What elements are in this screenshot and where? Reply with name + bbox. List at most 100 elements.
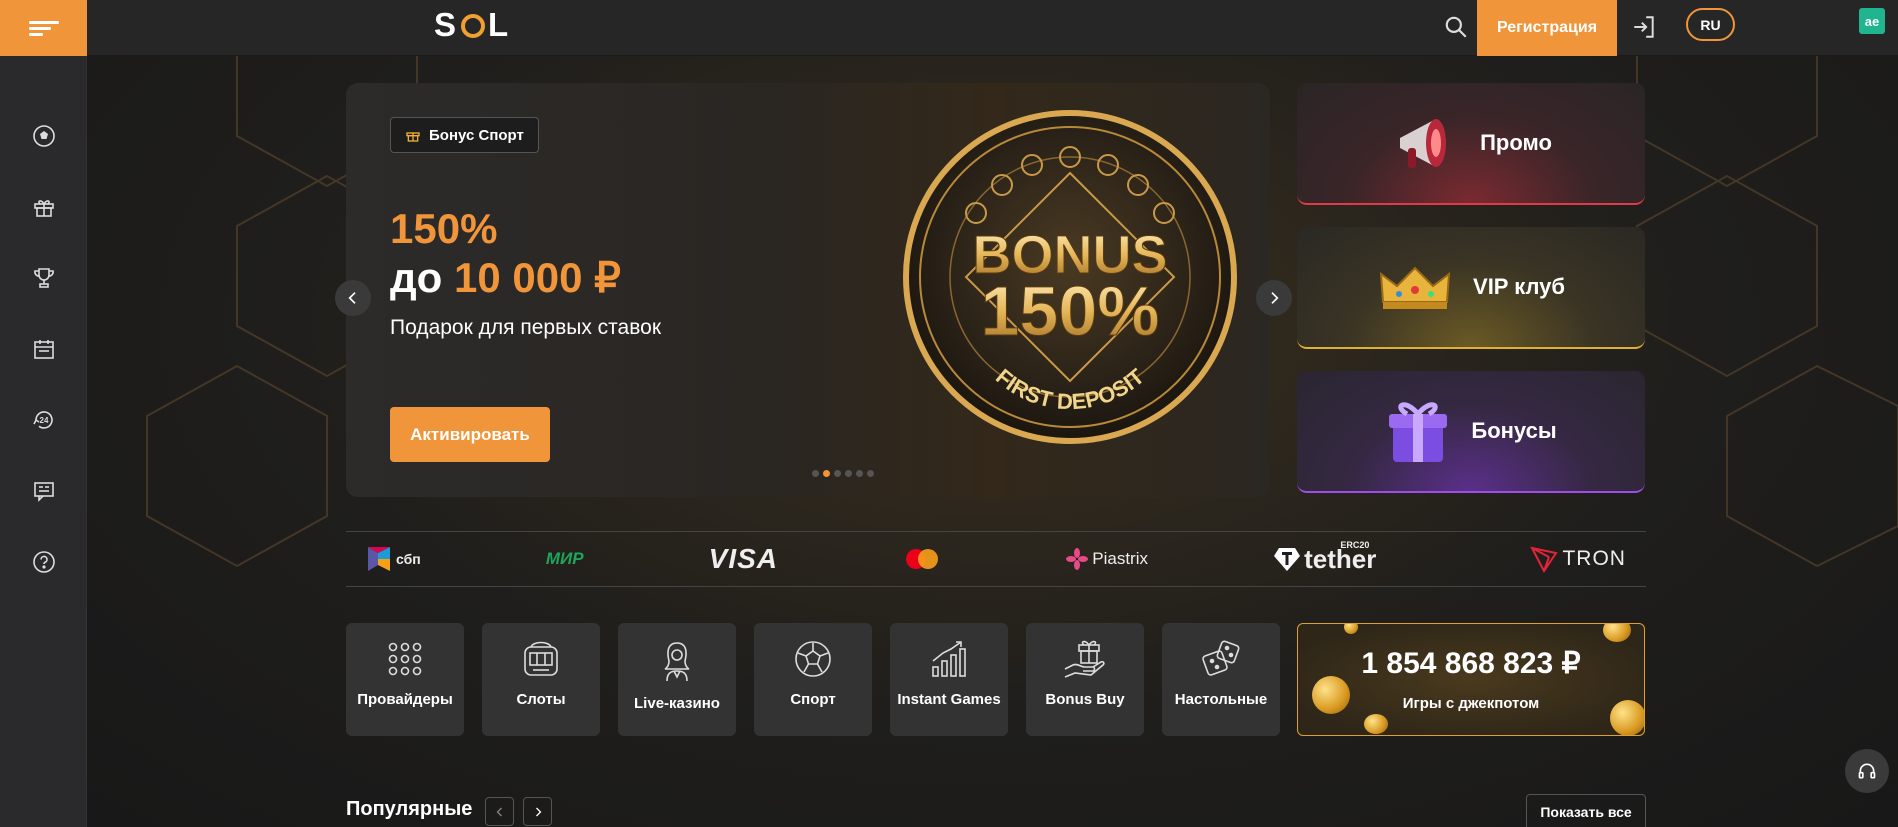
payment-tether: tether ERC20 — [1273, 540, 1405, 575]
sidebar: 24 — [0, 0, 87, 827]
soccer-ball-icon — [795, 641, 831, 677]
carousel-dot[interactable] — [834, 470, 841, 477]
category-slots[interactable]: Слоты — [482, 623, 600, 736]
gold-coin-decoration — [1364, 714, 1388, 734]
gift-icon — [33, 199, 54, 217]
category-label: Провайдеры — [357, 691, 453, 708]
jackpot-card[interactable]: 1 854 868 823 ₽ Игры с джекпотом — [1297, 623, 1645, 736]
logo-letter: S — [434, 6, 459, 43]
chevron-right-icon — [535, 807, 541, 816]
search-button[interactable] — [1443, 14, 1469, 45]
carousel-dot[interactable] — [845, 470, 852, 477]
hero-prev-button[interactable] — [335, 280, 371, 316]
carousel-dot[interactable] — [867, 470, 874, 477]
promo-card-label: Промо — [1480, 130, 1552, 155]
promo-card-label: Бонусы — [1471, 418, 1557, 443]
slot-machine-icon — [524, 641, 558, 676]
help-icon — [32, 550, 55, 573]
show-all-button[interactable]: Показать все — [1526, 794, 1646, 827]
top-bar: S L Регистрация RU ae — [87, 0, 1898, 56]
category-label: Bonus Buy — [1045, 691, 1125, 708]
activate-button[interactable]: Активировать — [390, 407, 550, 462]
main-content: Бонус Спорт 150% до 10 000 ₽ Подарок для… — [87, 56, 1898, 827]
chevron-right-icon — [1271, 292, 1279, 304]
bonus-tag-label: Бонус Спорт — [429, 126, 524, 144]
payment-mastercard — [903, 547, 941, 571]
site-logo[interactable]: S L — [434, 6, 510, 44]
payment-methods-bar: сбп МИР VISA Piastrix tether ERC20 TRON — [346, 531, 1646, 587]
tether-erc20-label: ERC20 — [1340, 540, 1370, 550]
category-label: Live-казино — [634, 695, 720, 712]
tether-logo-icon — [1274, 548, 1301, 571]
visa-label: VISA — [708, 543, 779, 574]
carousel-dots — [812, 470, 874, 477]
bonus-sport-tag: Бонус Спорт — [390, 117, 539, 153]
register-button[interactable]: Регистрация — [1477, 0, 1617, 56]
sidebar-item-chat[interactable] — [0, 455, 87, 526]
login-button[interactable] — [1631, 14, 1657, 45]
hamburger-icon — [28, 18, 59, 39]
category-live-casino[interactable]: Live-казино — [618, 623, 736, 736]
support-chat-button[interactable] — [1845, 749, 1889, 793]
sidebar-nav: 24 — [0, 100, 87, 597]
tron-logo-icon — [1530, 546, 1559, 573]
soccer-ball-icon — [32, 124, 55, 147]
sidebar-item-help[interactable] — [0, 526, 87, 597]
game-categories: Провайдеры Слоты Live-казино Спорт Insta… — [346, 623, 1280, 736]
carousel-dot[interactable] — [856, 470, 863, 477]
bonus-coin-image: BONUS 150% FIRST DEPOSIT — [903, 110, 1237, 444]
category-table-games[interactable]: Настольные — [1162, 623, 1280, 736]
chat-icon — [33, 481, 54, 502]
popular-next-button[interactable] — [523, 797, 552, 826]
support-24-icon: 24 — [32, 410, 53, 429]
extension-badge[interactable]: ae — [1859, 8, 1885, 34]
category-sport[interactable]: Спорт — [754, 623, 872, 736]
gift-hand-icon — [1064, 640, 1105, 678]
search-icon — [1445, 16, 1467, 38]
hero-banner: Бонус Спорт 150% до 10 000 ₽ Подарок для… — [346, 83, 1270, 497]
carousel-dot[interactable] — [812, 470, 819, 477]
grid-dots-icon — [388, 642, 422, 676]
sidebar-item-calendar[interactable] — [0, 313, 87, 384]
gift-icon — [406, 132, 420, 142]
svg-text:24: 24 — [39, 416, 48, 425]
category-label: Настольные — [1174, 691, 1268, 708]
trophy-icon — [33, 267, 54, 288]
jackpot-label: Игры с джекпотом — [1402, 695, 1540, 712]
sidebar-item-bonuses[interactable] — [0, 171, 87, 242]
payment-sbp: сбп — [366, 545, 421, 573]
carousel-dot-active[interactable] — [823, 470, 830, 477]
gold-coin-decoration — [1344, 624, 1358, 634]
sidebar-item-support[interactable]: 24 — [0, 384, 87, 455]
gold-coin-decoration — [1603, 624, 1631, 642]
promo-card-vip[interactable]: VIP клуб — [1297, 227, 1645, 349]
sidebar-item-tournaments[interactable] — [0, 242, 87, 313]
hero-amount-line: до 10 000 ₽ — [390, 253, 621, 302]
sun-logo-icon — [461, 14, 486, 38]
promo-card-label: VIP клуб — [1473, 274, 1565, 299]
sbp-logo-icon — [368, 547, 390, 571]
piastrix-label: Piastrix — [1092, 549, 1148, 568]
popular-prev-button[interactable] — [485, 797, 514, 826]
hero-amount-prefix: до — [390, 254, 454, 301]
tron-label: TRON — [1562, 547, 1626, 570]
login-icon — [1634, 16, 1654, 38]
megaphone-icon — [1400, 119, 1447, 168]
chevron-left-icon — [496, 807, 502, 816]
hero-percent: 150% — [390, 205, 498, 252]
menu-button[interactable] — [0, 0, 87, 56]
promo-card-bonuses[interactable]: Бонусы — [1297, 371, 1645, 493]
promo-card-promo[interactable]: Промо — [1297, 83, 1645, 205]
category-bonus-buy[interactable]: Bonus Buy — [1026, 623, 1144, 736]
payment-mir: МИР — [546, 549, 584, 569]
category-providers[interactable]: Провайдеры — [346, 623, 464, 736]
sidebar-item-sport[interactable] — [0, 100, 87, 171]
payment-tron: TRON — [1530, 545, 1626, 573]
payment-piastrix: Piastrix — [1066, 548, 1148, 570]
headset-icon — [1858, 763, 1876, 779]
piastrix-logo-icon — [1066, 548, 1089, 570]
giftbox-icon — [1389, 402, 1448, 462]
language-selector[interactable]: RU — [1686, 8, 1735, 41]
hero-next-button[interactable] — [1256, 280, 1292, 316]
category-instant-games[interactable]: Instant Games — [890, 623, 1008, 736]
